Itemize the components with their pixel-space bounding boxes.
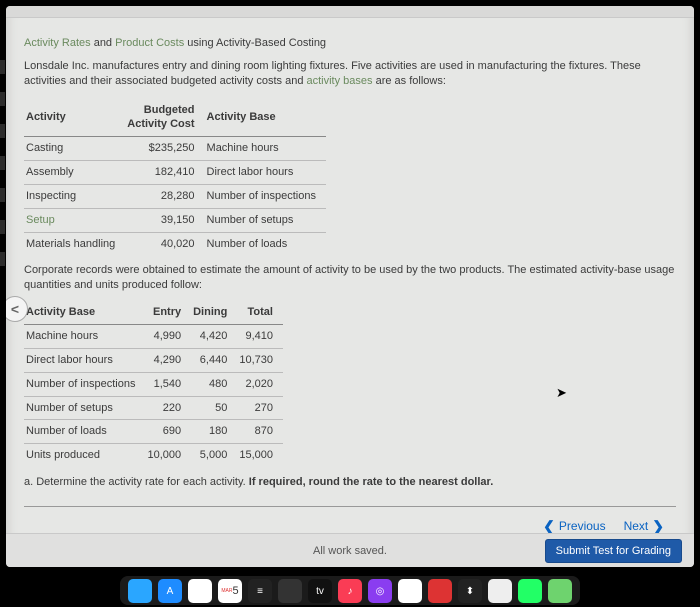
- app-window: < Activity Rates and Product Costs using…: [6, 6, 694, 567]
- table-row: Number of setups22050270: [24, 396, 283, 420]
- previous-button[interactable]: ❮ Previous: [543, 517, 605, 533]
- mouse-cursor-icon: ➤: [556, 385, 567, 401]
- question-a: a. Determine the activity rate for each …: [24, 475, 676, 490]
- screen-edge-decor: [0, 60, 5, 266]
- dock-app-app-store[interactable]: A: [158, 579, 182, 603]
- table-row: Machine hours4,9904,4209,410: [24, 324, 283, 348]
- t1-h-activity: Activity: [24, 99, 125, 137]
- save-status: All work saved.: [313, 545, 387, 557]
- table-row: Setup39,150Number of setups: [24, 208, 326, 232]
- dock-app-maps[interactable]: [548, 579, 572, 603]
- mac-dock: A✿MAR5≡ tv♪◎N ⬍: [120, 576, 580, 605]
- question-content: Activity Rates and Product Costs using A…: [6, 18, 694, 533]
- dock-app-music[interactable]: ♪: [338, 579, 362, 603]
- submit-test-button[interactable]: Submit Test for Grading: [545, 539, 682, 563]
- table-row: Number of inspections1,5404802,020: [24, 372, 283, 396]
- dock-app-reminders[interactable]: ≡: [248, 579, 272, 603]
- t1-h-base: Activity Base: [205, 99, 326, 137]
- t2-h-dining: Dining: [191, 301, 237, 324]
- footer-bar: All work saved. Submit Test for Grading: [6, 533, 694, 567]
- next-button[interactable]: Next ❯: [624, 517, 664, 533]
- dock-app-unknown-2[interactable]: [428, 579, 452, 603]
- dock-app-unknown-1[interactable]: [278, 579, 302, 603]
- table-row: Materials handling40,020Number of loads: [24, 232, 326, 255]
- table-row: Number of loads690180870: [24, 420, 283, 444]
- previous-label: Previous: [559, 518, 606, 533]
- page-title: Activity Rates and Product Costs using A…: [24, 36, 676, 51]
- t2-h-total: Total: [237, 301, 283, 324]
- dock-app-apple-tv[interactable]: tv: [308, 579, 332, 603]
- dock-app-photos[interactable]: ✿: [188, 579, 212, 603]
- mid-paragraph: Corporate records were obtained to estim…: [24, 263, 676, 293]
- activity-cost-table: Activity BudgetedActivity Cost Activity …: [24, 99, 326, 256]
- chevron-right-icon: ❯: [652, 517, 664, 533]
- t2-h-entry: Entry: [145, 301, 191, 324]
- activity-base-table: Activity Base Entry Dining Total Machine…: [24, 301, 283, 467]
- table-row: Casting$235,250Machine hours: [24, 137, 326, 161]
- t1-h-cost: BudgetedActivity Cost: [125, 99, 204, 137]
- divider: [24, 506, 676, 507]
- t2-h-base: Activity Base: [24, 301, 145, 324]
- pager-row: ❮ Previous Next ❯: [24, 515, 676, 533]
- intro-text: Lonsdale Inc. manufactures entry and din…: [24, 59, 676, 89]
- dock-app-finder[interactable]: [128, 579, 152, 603]
- table-row: Units produced10,0005,00015,000: [24, 444, 283, 467]
- window-toolbar: [6, 6, 694, 18]
- dock-app-safari[interactable]: [488, 579, 512, 603]
- dock-app-calendar[interactable]: MAR5: [218, 579, 242, 603]
- chevron-left-icon: ❮: [543, 517, 555, 533]
- next-label: Next: [624, 518, 649, 533]
- dock-app-podcasts[interactable]: ◎: [368, 579, 392, 603]
- dock-app-unknown-3[interactable]: [518, 579, 542, 603]
- dock-app-stocks[interactable]: ⬍: [458, 579, 482, 603]
- table-row: Assembly182,410Direct labor hours: [24, 161, 326, 185]
- table-row: Direct labor hours4,2906,44010,730: [24, 348, 283, 372]
- table-row: Inspecting28,280Number of inspections: [24, 184, 326, 208]
- dock-app-news[interactable]: N: [398, 579, 422, 603]
